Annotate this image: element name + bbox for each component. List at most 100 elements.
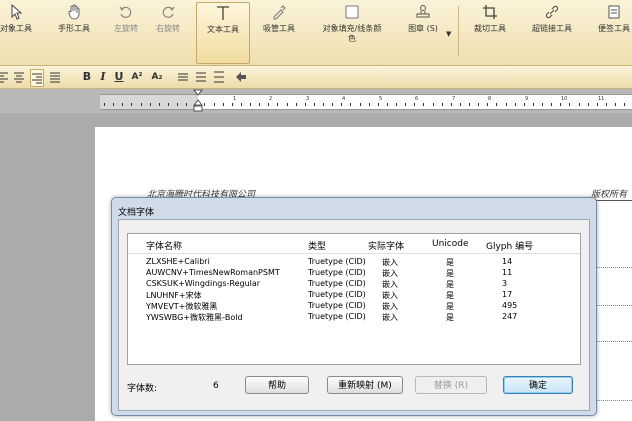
font-row-unicode[interactable]: 是 — [446, 301, 454, 312]
font-row-unicode[interactable]: 是 — [446, 290, 454, 301]
object-tool-button[interactable]: 对象工具 — [0, 2, 38, 62]
ruler-tick — [496, 103, 497, 106]
line-spacing-button-2[interactable] — [194, 69, 208, 85]
lines-icon — [178, 73, 188, 81]
ruler-number: 3 — [306, 96, 310, 102]
font-row-type[interactable]: Truetype (CID) — [308, 312, 366, 321]
font-row-name[interactable]: YMVEVT+微软雅黑 — [146, 301, 217, 312]
ruler-tick — [551, 103, 552, 106]
column-header-glyph-count[interactable]: Glyph 编号 — [486, 239, 533, 252]
align-center-button[interactable] — [12, 69, 26, 85]
font-list-table[interactable]: 字体名称 类型 实际字体 Unicode Glyph 编号 ZLXSHE+Cal… — [127, 233, 581, 365]
hyperlink-tool-button[interactable]: 超链接工具 — [524, 2, 580, 62]
font-row-type[interactable]: Truetype (CID) — [308, 268, 366, 277]
ruler-tick — [533, 103, 534, 106]
back-arrow-icon — [236, 72, 246, 82]
ok-button[interactable]: 确定 — [503, 376, 573, 394]
font-row-type[interactable]: Truetype (CID) — [308, 257, 366, 266]
ruler-tick — [250, 103, 251, 106]
font-row-actual[interactable]: 嵌入 — [382, 279, 398, 290]
eyedropper-tool-button[interactable]: 吸管工具 — [256, 2, 302, 62]
sticky-note-tool-button[interactable]: 便签工具 — [590, 2, 632, 62]
ruler-tick — [150, 103, 151, 106]
remap-button[interactable]: 重新映射 (M) — [327, 376, 403, 394]
font-row-glyph[interactable]: 247 — [502, 312, 517, 321]
superscript-button[interactable]: A² — [128, 69, 146, 85]
align-left-button[interactable] — [0, 69, 10, 85]
font-row-glyph[interactable]: 495 — [502, 301, 517, 310]
font-row-actual[interactable]: 嵌入 — [382, 257, 398, 268]
font-row-name[interactable]: AUWCNV+TimesNewRomanPSMT — [146, 268, 280, 277]
ruler-tick — [524, 103, 525, 106]
line-spacing-button-1[interactable] — [176, 69, 190, 85]
dialog-body: 字体名称 类型 实际字体 Unicode Glyph 编号 ZLXSHE+Cal… — [118, 219, 590, 411]
rotate-left-button[interactable]: 左旋转 — [108, 2, 144, 62]
font-row-glyph[interactable]: 14 — [502, 257, 512, 266]
font-row-unicode[interactable]: 是 — [446, 279, 454, 290]
document-fonts-dialog[interactable]: 文档字体 字体名称 类型 实际字体 Unicode Glyph 编号 ZLXSH… — [111, 197, 597, 416]
align-right-icon — [32, 73, 42, 84]
stamp-button[interactable]: 图章 (S) — [404, 2, 442, 62]
stamp-dropdown-arrow-icon[interactable]: ▼ — [446, 30, 451, 38]
back-button[interactable] — [234, 69, 248, 85]
font-row-unicode[interactable]: 是 — [446, 257, 454, 268]
underline-button[interactable]: U — [112, 69, 126, 85]
font-row-type[interactable]: Truetype (CID) — [308, 301, 366, 310]
align-right-button[interactable] — [30, 69, 44, 87]
font-row-name[interactable]: CSKSUK+Wingdings-Regular — [146, 279, 260, 288]
ruler-tick — [314, 103, 315, 106]
column-header-type[interactable]: 类型 — [308, 239, 326, 252]
column-header-unicode[interactable]: Unicode — [432, 239, 469, 249]
ruler-tick — [478, 103, 479, 106]
crop-tool-button[interactable]: 裁切工具 — [466, 2, 514, 62]
hand-tool-button[interactable]: 手形工具 — [50, 2, 98, 62]
font-row-type[interactable]: Truetype (CID) — [308, 290, 366, 299]
note-icon — [590, 4, 632, 24]
link-icon — [524, 4, 580, 24]
ruler-number: 6 — [415, 96, 419, 102]
font-row-name[interactable]: YWSWBG+微软雅黑-Bold — [146, 312, 243, 323]
italic-button[interactable]: I — [96, 69, 110, 85]
font-row-glyph[interactable]: 11 — [502, 268, 512, 277]
line-spacing-button-3[interactable] — [212, 69, 226, 85]
align-left-icon — [0, 72, 8, 83]
bold-button[interactable]: B — [80, 69, 94, 85]
ruler-number: 2 — [269, 96, 273, 102]
ruler-tick — [168, 103, 169, 106]
font-row-actual[interactable]: 嵌入 — [382, 268, 398, 279]
ruler-tick — [387, 103, 388, 106]
ruler-tick — [588, 103, 589, 106]
ruler-tick — [369, 103, 370, 106]
ruler-tick — [442, 103, 443, 106]
font-row-unicode[interactable]: 是 — [446, 312, 454, 323]
replace-button[interactable]: 替换 (R) — [415, 376, 487, 394]
ruler-tick — [159, 103, 160, 106]
subscript-button[interactable]: A₂ — [148, 69, 166, 85]
font-row-type[interactable]: Truetype (CID) — [308, 279, 366, 288]
ruler-tick — [624, 103, 625, 106]
ruler-tick — [204, 103, 205, 106]
font-row-name[interactable]: ZLXSHE+Calibri — [146, 257, 210, 266]
font-row-unicode[interactable]: 是 — [446, 268, 454, 279]
ruler-number: 9 — [525, 96, 529, 102]
font-row-name[interactable]: LNUHNF+宋体 — [146, 290, 202, 301]
horizontal-ruler: 1 2 3 4 5 6 7 8 9 10 11 — [0, 89, 632, 113]
font-row-glyph[interactable]: 17 — [502, 290, 512, 299]
indent-marker-icon[interactable] — [193, 89, 203, 113]
rotate-right-button[interactable]: 右旋转 — [150, 2, 186, 62]
stamp-icon — [404, 4, 442, 24]
fill-stroke-color-button[interactable]: 对象填充/线条颜 色 — [312, 2, 392, 62]
font-row-actual[interactable]: 嵌入 — [382, 312, 398, 323]
crop-icon — [466, 4, 514, 24]
text-tool-button[interactable]: 文本工具 — [196, 2, 250, 64]
font-row-actual[interactable]: 嵌入 — [382, 290, 398, 301]
font-row-actual[interactable]: 嵌入 — [382, 301, 398, 312]
justify-button[interactable] — [48, 69, 62, 85]
column-header-actual-font[interactable]: 实际字体 — [368, 239, 404, 252]
help-button[interactable]: 帮助 — [245, 376, 309, 394]
ruler-tick — [560, 103, 561, 106]
font-row-glyph[interactable]: 3 — [502, 279, 507, 288]
lines-icon — [196, 72, 206, 82]
column-header-font-name[interactable]: 字体名称 — [146, 239, 182, 252]
ruler-tick — [378, 103, 379, 106]
